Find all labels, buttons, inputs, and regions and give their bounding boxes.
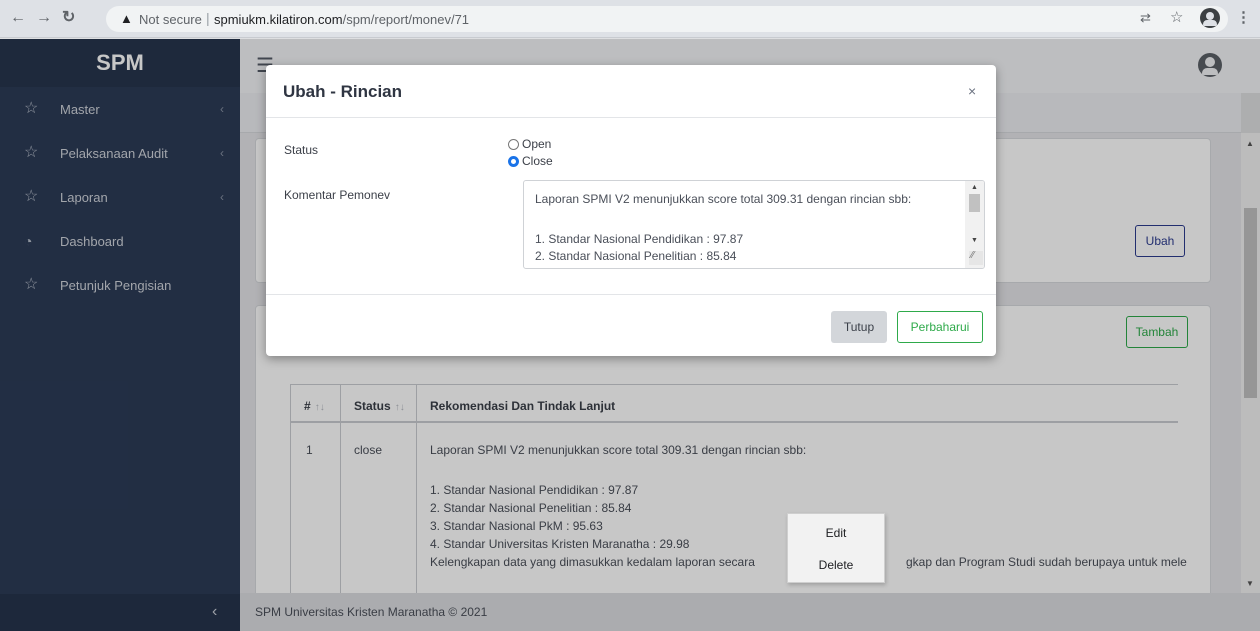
status-label: Status xyxy=(284,143,319,157)
address-bar[interactable]: ▲ Not secure | spmiukm.kilatiron.com/spm… xyxy=(106,6,1228,32)
modal-title: Ubah - Rincian xyxy=(283,82,403,101)
browser-menu-icon[interactable]: ⋮ xyxy=(1236,9,1251,27)
url-separator: | xyxy=(206,10,210,26)
tutup-button[interactable]: Tutup xyxy=(831,311,887,343)
scroll-up-icon[interactable]: ▲ xyxy=(971,184,978,191)
context-menu: Edit Delete xyxy=(787,513,885,583)
radio-close[interactable] xyxy=(508,156,519,167)
not-secure-label: Not secure xyxy=(139,12,202,27)
textarea-scroll-thumb[interactable] xyxy=(969,194,980,212)
radio-open[interactable] xyxy=(508,139,519,150)
resize-handle-icon[interactable] xyxy=(969,250,983,265)
context-menu-delete[interactable]: Delete xyxy=(788,558,884,572)
browser-toolbar: ← → ↻ ▲ Not secure | spmiukm.kilatiron.c… xyxy=(0,0,1260,38)
komentar-pemonev-textarea[interactable]: Laporan SPMI V2 menunjukkan score total … xyxy=(523,180,985,269)
browser-profile-icon[interactable] xyxy=(1200,8,1220,28)
perbaharui-button[interactable]: Perbaharui xyxy=(897,311,983,343)
url-host: spmiukm.kilatiron.com xyxy=(214,12,343,27)
bookmark-star-icon[interactable]: ☆ xyxy=(1170,9,1183,27)
translate-icon[interactable]: ⇄ xyxy=(1140,9,1151,27)
radio-open-label: Open xyxy=(522,137,552,151)
forward-icon[interactable]: → xyxy=(36,10,52,26)
url-text[interactable]: spmiukm.kilatiron.com/spm/report/monev/7… xyxy=(214,12,469,27)
context-menu-edit[interactable]: Edit xyxy=(788,526,884,540)
edit-rincian-modal: Ubah - Rincian × Status Open Close Komen… xyxy=(266,65,996,356)
reload-icon[interactable]: ↻ xyxy=(62,10,75,26)
modal-footer-divider xyxy=(266,294,996,295)
status-option-close[interactable]: Close xyxy=(508,154,553,168)
close-icon[interactable]: × xyxy=(968,83,976,99)
status-option-open[interactable]: Open xyxy=(508,137,551,151)
url-path: /spm/report/monev/71 xyxy=(342,12,470,27)
radio-close-label: Close xyxy=(522,154,553,168)
komentar-label: Komentar Pemonev xyxy=(284,188,391,202)
modal-header-divider xyxy=(266,117,996,118)
textarea-line: Laporan SPMI V2 menunjukkan score total … xyxy=(535,192,912,206)
textarea-line: 1. Standar Nasional Pendidikan : 97.87 xyxy=(535,232,744,246)
textarea-line: 2. Standar Nasional Penelitian : 85.84 xyxy=(535,249,737,263)
back-icon[interactable]: ← xyxy=(10,10,26,26)
scroll-down-icon[interactable]: ▼ xyxy=(971,237,978,244)
warning-icon: ▲ xyxy=(120,11,133,26)
